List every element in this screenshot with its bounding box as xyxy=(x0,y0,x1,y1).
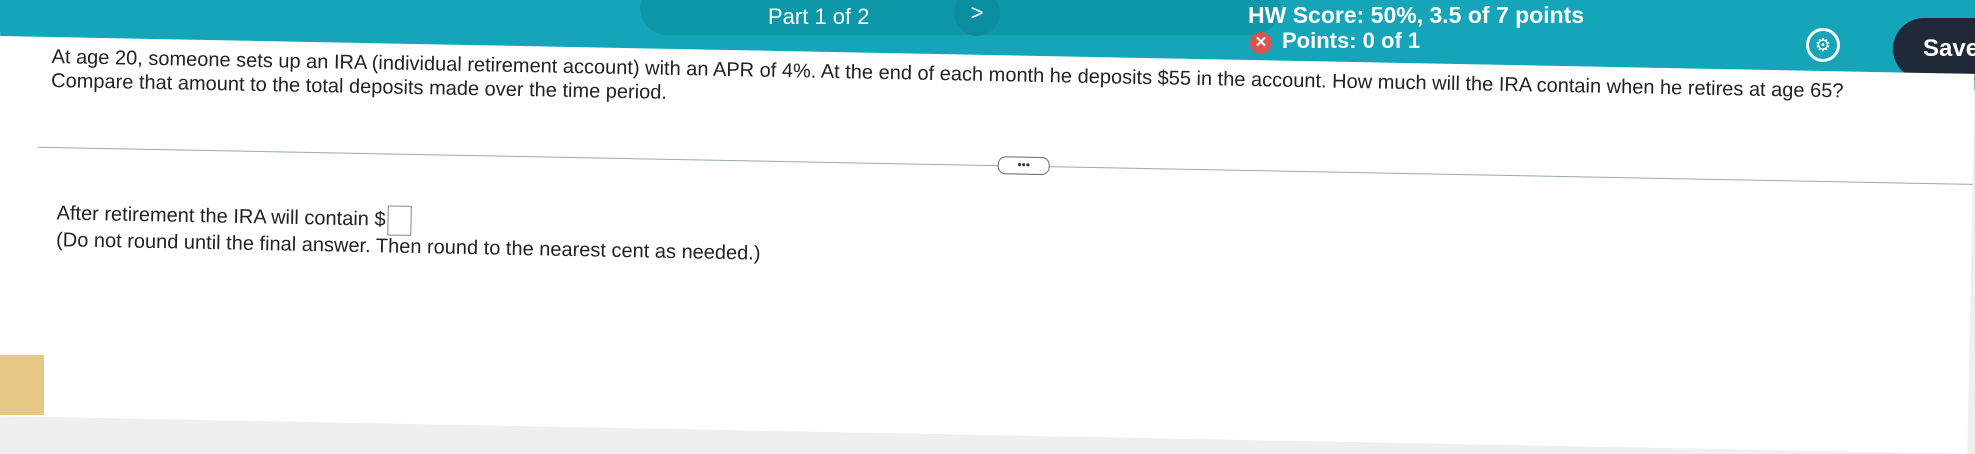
close-icon: ✕ xyxy=(1250,32,1272,54)
answer-input[interactable] xyxy=(387,205,412,236)
gear-icon[interactable]: ⚙ xyxy=(1806,28,1840,62)
more-dots-icon[interactable]: ••• xyxy=(997,156,1050,176)
corner-swatch xyxy=(0,355,44,415)
points-text: Points: 0 of 1 xyxy=(1282,28,1421,53)
save-button[interactable]: Save xyxy=(1893,18,1975,80)
part-indicator: Part 1 of 2 xyxy=(768,4,870,29)
points-status: ✕ Points: 0 of 1 xyxy=(1250,28,1420,54)
question-panel: At age 20, someone sets up an IRA (indiv… xyxy=(0,36,1975,454)
answer-prompt: After retirement the IRA will contain $ xyxy=(56,202,386,231)
hw-score: HW Score: 50%, 3.5 of 7 points xyxy=(1248,2,1585,28)
